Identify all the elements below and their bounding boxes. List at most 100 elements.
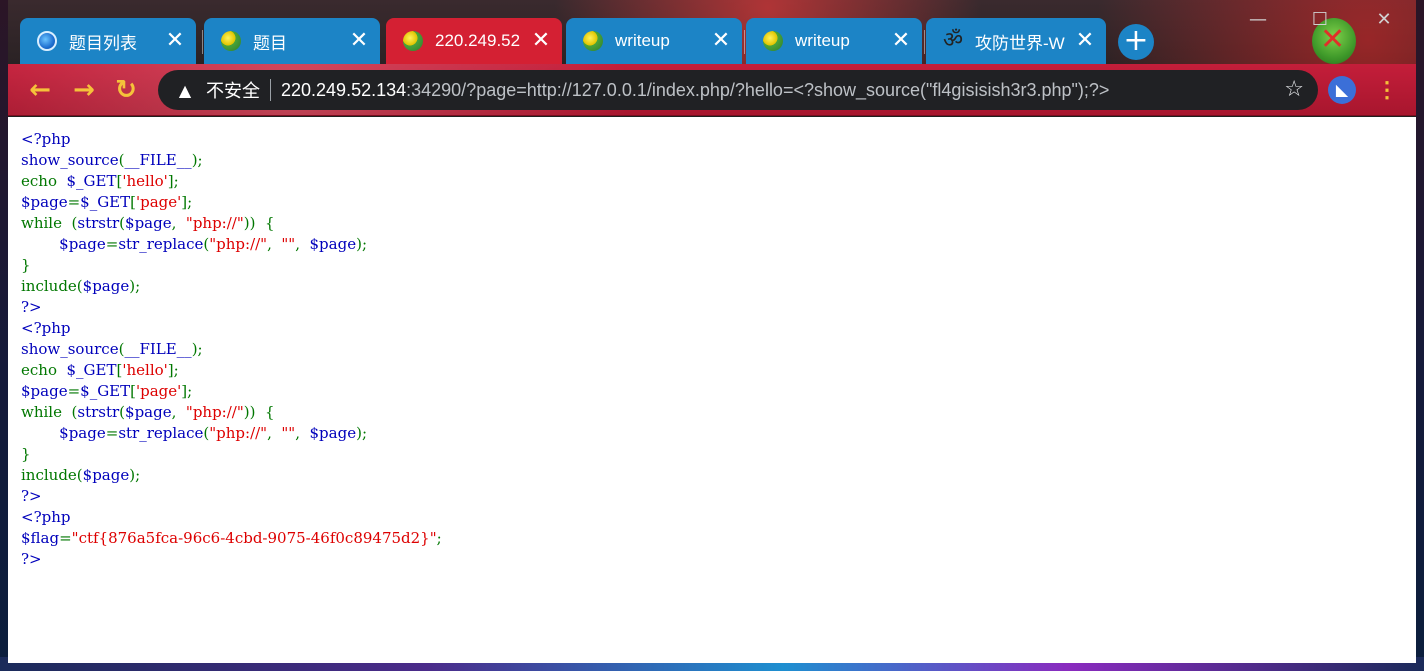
code-token: ; bbox=[436, 529, 442, 547]
menu-kebab-icon[interactable]: ⋮ bbox=[1376, 76, 1398, 104]
code-token: , bbox=[171, 403, 186, 421]
new-tab-button[interactable]: + bbox=[1118, 24, 1154, 60]
reload-icon[interactable]: ↻ bbox=[112, 76, 140, 104]
code-line: <?php bbox=[21, 507, 1416, 528]
maximize-icon[interactable]: ☐ bbox=[1300, 6, 1340, 34]
code-token: $page bbox=[59, 424, 106, 442]
close-icon[interactable]: ✕ bbox=[1074, 30, 1096, 52]
tab-title: 题目列表 bbox=[69, 33, 137, 53]
code-token: 'page' bbox=[136, 382, 182, 400]
close-icon[interactable]: ✕ bbox=[164, 30, 186, 52]
code-token: $page bbox=[59, 235, 106, 253]
toolbar: ← → ↻ ▲ 不安全 220.249.52.134:34290/?page=h… bbox=[8, 64, 1416, 116]
tab-writeup-1[interactable]: writeup ✕ bbox=[566, 18, 742, 64]
code-token: __FILE__ bbox=[124, 151, 192, 169]
code-token: ]; bbox=[167, 361, 179, 379]
code-line: echo $_GET['hello']; bbox=[21, 171, 1416, 192]
php-source-code: <?php show_source(__FILE__); echo $_GET['h… bbox=[21, 129, 1416, 570]
code-line: include($page); bbox=[21, 276, 1416, 297]
code-token: ); bbox=[356, 235, 367, 253]
tab-problem[interactable]: 题目 ✕ bbox=[204, 18, 380, 64]
code-token: ]; bbox=[181, 193, 193, 211]
bookmark-star-icon[interactable]: ☆ bbox=[1284, 77, 1304, 102]
code-line: show_source(__FILE__); bbox=[21, 150, 1416, 171]
close-icon[interactable]: ✕ bbox=[530, 30, 552, 52]
code-line: $page=$_GET['page']; bbox=[21, 192, 1416, 213]
code-token: "php://" bbox=[185, 403, 244, 421]
code-token: ); bbox=[191, 151, 203, 169]
tab-active-page[interactable]: 220.249.52 ✕ bbox=[386, 18, 562, 64]
close-icon[interactable]: ✕ bbox=[710, 30, 732, 52]
code-token: ]; bbox=[167, 172, 179, 190]
code-line: echo $_GET['hello']; bbox=[21, 360, 1416, 381]
code-token: $page bbox=[21, 382, 68, 400]
address-bar[interactable]: ▲ 不安全 220.249.52.134:34290/?page=http://… bbox=[158, 70, 1318, 110]
forward-arrow-icon[interactable]: → bbox=[70, 76, 98, 104]
tab-problem-list[interactable]: 题目列表 ✕ bbox=[20, 18, 196, 64]
code-line: <?php bbox=[21, 129, 1416, 150]
code-token: ?> bbox=[21, 550, 42, 568]
code-token: , bbox=[267, 235, 282, 253]
window-close-icon[interactable]: ✕ bbox=[1364, 6, 1404, 34]
code-token: 'hello' bbox=[122, 361, 168, 379]
code-token: $page bbox=[21, 193, 68, 211]
code-token: "php://" bbox=[209, 235, 268, 253]
tab-separator bbox=[744, 30, 745, 54]
address-divider bbox=[270, 79, 271, 101]
warning-triangle-icon[interactable]: ▲ bbox=[176, 81, 194, 100]
tab-title: writeup bbox=[795, 31, 850, 50]
code-token: $_GET bbox=[66, 361, 117, 379]
code-line: while (strstr($page, "php://")) { bbox=[21, 213, 1416, 234]
code-token: "php://" bbox=[209, 424, 268, 442]
minimize-icon[interactable]: — bbox=[1238, 6, 1278, 34]
code-token: , bbox=[171, 214, 186, 232]
code-token: str_replace bbox=[118, 235, 204, 253]
url-text[interactable]: 220.249.52.134:34290/?page=http://127.0.… bbox=[281, 80, 1109, 101]
back-arrow-icon[interactable]: ← bbox=[26, 76, 54, 104]
code-token: "" bbox=[281, 235, 296, 253]
security-status-label[interactable]: 不安全 bbox=[206, 77, 260, 103]
code-token: include bbox=[21, 277, 77, 295]
code-line: } bbox=[21, 444, 1416, 465]
globe-icon bbox=[763, 31, 783, 51]
tab-title: 攻防世界-W bbox=[975, 33, 1065, 53]
code-line: include($page); bbox=[21, 465, 1416, 486]
tab-separator bbox=[924, 30, 925, 54]
close-icon[interactable]: ✕ bbox=[890, 30, 912, 52]
code-token: ]; bbox=[181, 382, 193, 400]
code-token: str_replace bbox=[118, 424, 204, 442]
code-token: )) { bbox=[243, 403, 275, 421]
code-token: 'page' bbox=[136, 193, 182, 211]
extension-icon[interactable]: ◣ bbox=[1328, 76, 1356, 104]
code-token: , bbox=[267, 424, 282, 442]
code-token: <?php bbox=[21, 130, 71, 148]
code-token: = bbox=[67, 382, 81, 400]
page-content: <?php show_source(__FILE__); echo $_GET['h… bbox=[8, 117, 1416, 663]
code-token: show_source bbox=[21, 340, 119, 358]
url-host: 220.249.52.134 bbox=[281, 79, 407, 100]
code-token: echo bbox=[21, 172, 67, 190]
code-line: ?> bbox=[21, 549, 1416, 570]
code-token: include bbox=[21, 466, 77, 484]
code-token: $page bbox=[309, 424, 357, 442]
code-token: "ctf{876a5fca-96c6-4cbd-9075-46f0c89475d… bbox=[71, 529, 437, 547]
code-token: ); bbox=[129, 277, 141, 295]
code-token: $page bbox=[309, 235, 357, 253]
tab-title: 题目 bbox=[253, 33, 287, 53]
code-token: strstr bbox=[77, 403, 120, 421]
browser-window: 题目列表 ✕ 题目 ✕ 220.249.52 ✕ writeup ✕ write… bbox=[8, 0, 1416, 663]
code-token: "" bbox=[281, 424, 296, 442]
tab-adworld[interactable]: ॐ 攻防世界-W ✕ bbox=[926, 18, 1106, 64]
code-token: } bbox=[21, 445, 31, 463]
tab-title: writeup bbox=[615, 31, 670, 50]
code-token: , bbox=[295, 424, 310, 442]
code-line: while (strstr($page, "php://")) { bbox=[21, 402, 1416, 423]
tab-strip: 题目列表 ✕ 题目 ✕ 220.249.52 ✕ writeup ✕ write… bbox=[8, 0, 1416, 64]
blue-swirl-icon bbox=[37, 31, 57, 51]
globe-icon bbox=[403, 31, 423, 51]
code-line: $page=str_replace("php://", "", $page); bbox=[21, 234, 1416, 255]
code-token: = bbox=[105, 424, 119, 442]
tab-writeup-2[interactable]: writeup ✕ bbox=[746, 18, 922, 64]
code-token: 'hello' bbox=[122, 172, 168, 190]
close-icon[interactable]: ✕ bbox=[348, 30, 370, 52]
